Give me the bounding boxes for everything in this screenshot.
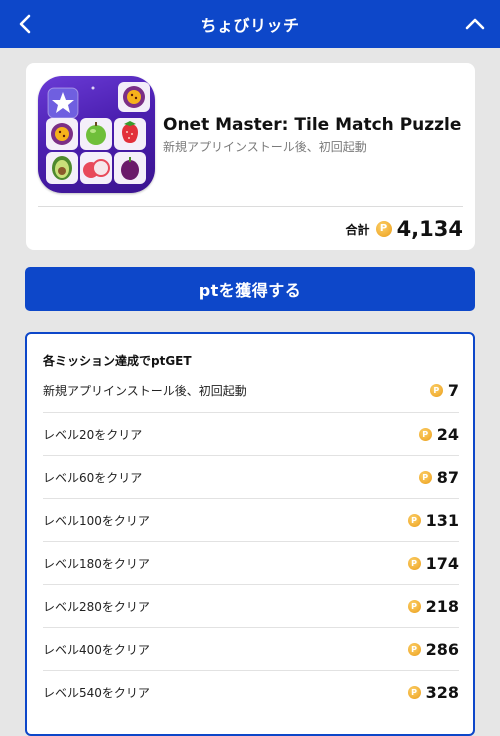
mission-row: レベル540をクリア P 328 xyxy=(43,671,459,714)
mission-row: レベル280をクリア P 218 xyxy=(43,585,459,628)
mission-points: P 328 xyxy=(407,683,459,702)
mission-points: P 24 xyxy=(418,425,459,444)
point-coin-icon: P xyxy=(407,643,421,656)
mission-row: レベル180をクリア P 174 xyxy=(43,542,459,585)
mission-points: P 131 xyxy=(407,511,459,530)
mission-points-value: 174 xyxy=(425,554,459,573)
mission-points: P 174 xyxy=(407,554,459,573)
missions-heading: 各ミッション達成でptGET xyxy=(43,354,192,368)
mission-points-value: 328 xyxy=(425,683,459,702)
total-points: 合計 P 4,134 xyxy=(346,215,463,243)
app-name: Onet Master: Tile Match Puzzle xyxy=(163,115,462,135)
total-value: 4,134 xyxy=(396,217,463,241)
point-coin-icon: P xyxy=(407,600,421,613)
mission-row: レベル20をクリア P 24 xyxy=(43,413,459,456)
mission-label: レベル60をクリア xyxy=(43,471,143,485)
collapse-button[interactable] xyxy=(460,8,490,40)
chevron-up-icon xyxy=(465,18,485,30)
mission-points-value: 218 xyxy=(425,597,459,616)
chevron-left-icon xyxy=(19,14,31,34)
divider xyxy=(38,206,463,207)
point-coin-icon: P xyxy=(407,686,421,699)
get-points-button[interactable]: ptを獲得する xyxy=(25,267,475,311)
mission-points: P 218 xyxy=(407,597,459,616)
mission-row: レベル400をクリア P 286 xyxy=(43,628,459,671)
point-coin-icon: P xyxy=(407,557,421,570)
mission-label: レベル400をクリア xyxy=(43,643,150,657)
tile-puzzle-icon xyxy=(46,82,150,184)
mission-points: P 286 xyxy=(407,640,459,659)
mission-label: レベル540をクリア xyxy=(43,686,150,700)
mission-row: レベル100をクリア P 131 xyxy=(43,499,459,542)
mission-row: 新規アプリインストール後、初回起動 P 7 xyxy=(43,369,459,412)
mission-points-value: 131 xyxy=(425,511,459,530)
mission-label: レベル280をクリア xyxy=(43,600,150,614)
missions-panel: 各ミッション達成でptGET 新規アプリインストール後、初回起動 P 7 レベル… xyxy=(25,332,475,736)
point-coin-icon: P xyxy=(418,428,432,441)
point-coin-icon: P xyxy=(375,221,392,237)
total-label: 合計 xyxy=(345,222,370,237)
point-coin-icon: P xyxy=(429,384,443,397)
header-bar: ちょびリッチ xyxy=(0,0,500,48)
mission-label: レベル100をクリア xyxy=(43,514,150,528)
mission-points-value: 87 xyxy=(436,468,459,487)
app-card: Onet Master: Tile Match Puzzle 新規アプリインスト… xyxy=(26,63,475,250)
mission-points: P 87 xyxy=(418,468,459,487)
mission-label: レベル20をクリア xyxy=(43,428,143,442)
back-button[interactable] xyxy=(10,8,40,40)
mission-row: レベル60をクリア P 87 xyxy=(43,456,459,499)
mission-label: レベル180をクリア xyxy=(43,557,150,571)
mission-points-value: 7 xyxy=(447,381,459,400)
point-coin-icon: P xyxy=(418,471,432,484)
mission-label: 新規アプリインストール後、初回起動 xyxy=(43,384,247,398)
app-icon[interactable] xyxy=(38,76,155,193)
point-coin-icon: P xyxy=(407,514,421,527)
app-subtitle: 新規アプリインストール後、初回起動 xyxy=(163,140,367,154)
mission-points: P 7 xyxy=(429,381,459,400)
header-title: ちょびリッチ xyxy=(200,16,300,35)
mission-points-value: 286 xyxy=(425,640,459,659)
mission-points-value: 24 xyxy=(436,425,459,444)
